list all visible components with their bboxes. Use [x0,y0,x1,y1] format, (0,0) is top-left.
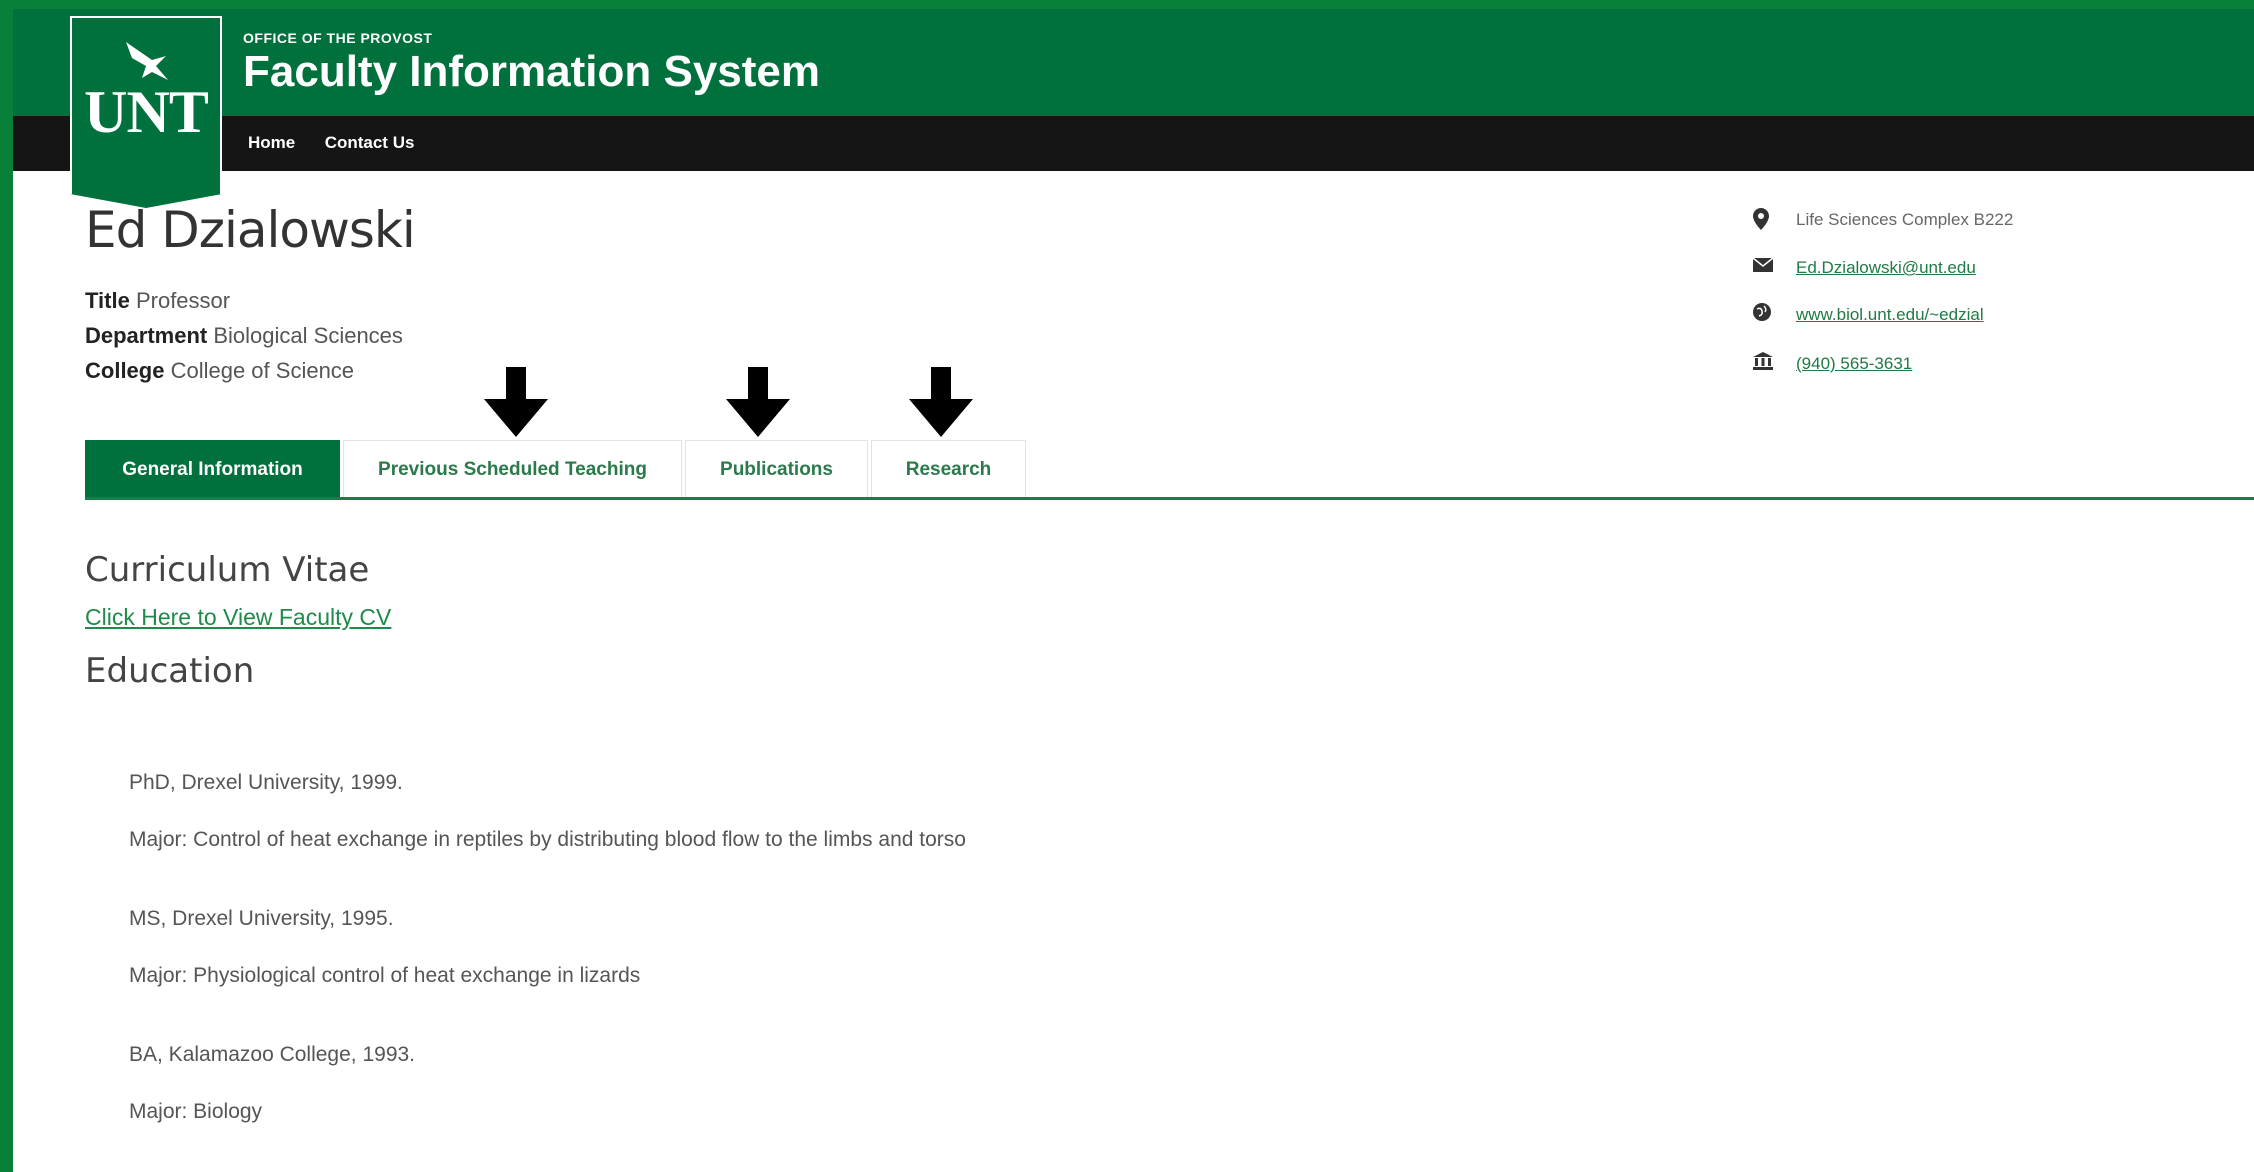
globe-icon [1753,303,1779,327]
view-cv-link[interactable]: Click Here to View Faculty CV [85,604,391,631]
phone-link[interactable]: (940) 565-3631 [1796,354,1912,374]
department-value: Biological Sciences [213,323,403,348]
tab-general-information[interactable]: General Information [85,440,340,497]
location-text: Life Sciences Complex B222 [1796,210,2014,229]
education-degree: MS, Drexel University, 1995. [129,907,394,930]
title-value: Professor [135,288,231,313]
office-label: OFFICE OF THE PROVOST [243,30,433,46]
education-major: Major: Biology [129,1100,263,1123]
down-arrow-icon [484,367,548,437]
tab-previous-scheduled-teaching[interactable]: Previous Scheduled Teaching [343,440,682,497]
down-arrow-icon [909,367,973,437]
title-field: Title Professor [85,288,230,314]
tab-underline [85,497,2254,500]
nav-contact-link[interactable]: Contact Us [325,133,415,152]
tab-publications[interactable]: Publications [685,440,868,497]
envelope-icon [1752,256,1779,279]
college-value: College of Science [170,358,355,383]
page: UNT OFFICE OF THE PROVOST Faculty Inform… [13,9,2254,1172]
college-label: College [85,358,165,383]
site-title[interactable]: Faculty Information System [243,47,820,97]
education-heading: Education [85,651,255,691]
tab-research[interactable]: Research [871,440,1026,497]
map-marker-icon [1753,208,1779,236]
email-link[interactable]: Ed.Dzialowski@unt.edu [1796,258,1976,278]
education-degree: BA, Kalamazoo College, 1993. [129,1043,416,1066]
education-degree: PhD, Drexel University, 1999. [129,771,403,794]
education-major: Major: Physiological control of heat exc… [129,964,641,987]
nav-home-link[interactable]: Home [248,133,295,152]
title-label: Title [85,288,130,313]
logo-text: UNT [84,79,209,145]
website-link[interactable]: www.biol.unt.edu/~edzial [1796,305,1984,325]
college-field: College College of Science [85,358,354,384]
main-nav: Home Contact Us [248,133,439,153]
department-label: Department [85,323,208,348]
building-icon [1753,352,1779,376]
cv-heading: Curriculum Vitae [85,550,370,590]
faculty-name: Ed Dzialowski [85,201,416,259]
down-arrow-icon [726,367,790,437]
education-major: Major: Control of heat exchange in repti… [129,828,966,851]
unt-logo[interactable]: UNT [70,16,222,208]
logo-banner-tail [70,194,222,208]
department-field: Department Biological Sciences [85,323,403,349]
